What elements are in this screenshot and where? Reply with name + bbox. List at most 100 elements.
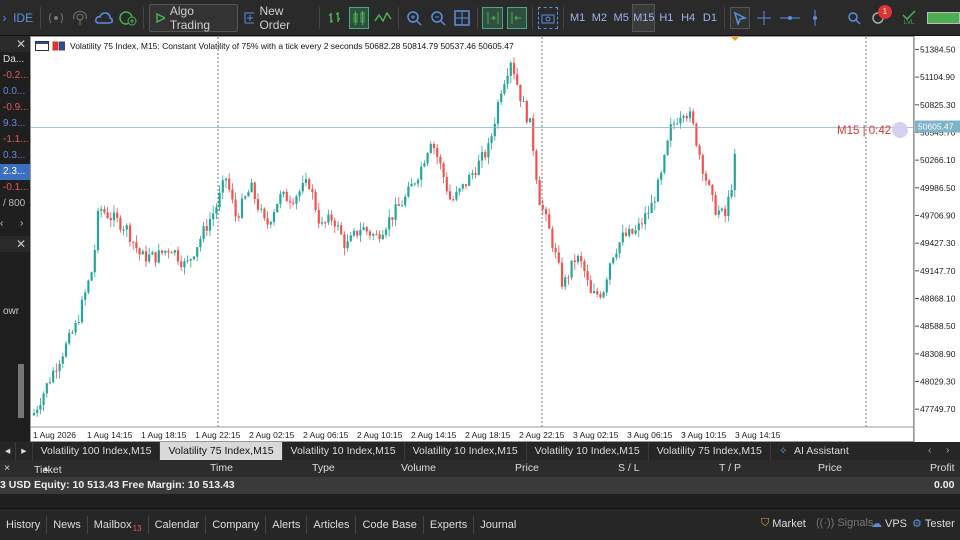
candle-body — [701, 155, 704, 174]
col-time[interactable]: Time — [210, 462, 233, 474]
col-sl[interactable]: S / L — [618, 462, 640, 474]
candle-body — [583, 261, 586, 271]
tabs-next-icon[interactable]: › — [946, 444, 950, 456]
candle-body — [487, 143, 490, 158]
change-value[interactable]: -1.1... — [0, 132, 30, 148]
timeframe-m1[interactable]: M1 — [567, 4, 589, 32]
close-icon[interactable]: ✕ — [16, 36, 26, 52]
change-value[interactable]: -0.9... — [0, 100, 30, 116]
algo-trading-button[interactable]: Algo Trading — [148, 3, 238, 32]
candle-body — [148, 254, 151, 262]
chart-tab[interactable]: Volatility 75 Index,M15 — [649, 442, 771, 460]
vps-button[interactable]: ☁ VPS — [871, 517, 907, 531]
crosshair-icon[interactable] — [754, 7, 774, 29]
signal-icon[interactable] — [46, 7, 66, 29]
tabs-scroll-right-icon[interactable]: ▸ — [16, 442, 33, 460]
col-profit[interactable]: Profit — [930, 462, 955, 474]
chart-tab[interactable]: Volatility 10 Index,M15 — [283, 442, 405, 460]
trade-icon[interactable] — [52, 41, 66, 51]
chevron-left-icon[interactable]: ‹ — [0, 216, 3, 232]
candle-body — [58, 363, 61, 372]
chart-area[interactable]: 1 Aug 2026 1 Aug 14:15 1 Aug 18:15 1 Aug 22… — [30, 36, 915, 443]
trade-col-collapse-icon[interactable]: × — [4, 462, 10, 474]
candle-body — [170, 252, 173, 254]
chart-tab[interactable]: Volatility 10 Index,M15 — [527, 442, 649, 460]
zoom-in-icon[interactable] — [404, 7, 424, 29]
tab-articles[interactable]: Articles — [307, 515, 357, 534]
cursor-icon[interactable] — [729, 6, 750, 29]
balance-row: 3 USD Equity: 10 513.43 Free Margin: 10 … — [0, 477, 960, 494]
cloud-icon[interactable] — [94, 7, 114, 29]
line-chart-icon[interactable] — [373, 7, 393, 29]
time-label: 1 Aug 14:15 — [87, 430, 133, 440]
candle-body — [167, 250, 170, 253]
tab-code-base[interactable]: Code Base — [356, 515, 424, 534]
candle-body — [676, 123, 679, 125]
tab-history[interactable]: History — [0, 515, 48, 534]
timeframe-h1[interactable]: H1 — [655, 4, 677, 32]
col-type[interactable]: Type — [312, 462, 335, 474]
change-value[interactable]: 0.0... — [0, 84, 30, 100]
close-icon[interactable]: ✕ — [16, 236, 26, 252]
chevron-right-icon[interactable]: › — [20, 216, 23, 232]
tab-company[interactable]: Company — [206, 515, 267, 534]
candle-body — [112, 212, 116, 221]
candlestick-icon[interactable] — [348, 6, 369, 29]
tab-calendar[interactable]: Calendar — [149, 515, 207, 534]
timeframe-m5[interactable]: M5 — [610, 4, 632, 32]
grid-icon[interactable] — [452, 7, 472, 29]
tab-journal[interactable]: Journal — [474, 516, 522, 534]
search-icon[interactable] — [844, 7, 864, 29]
col-price[interactable]: Price — [515, 462, 539, 474]
podcast-icon[interactable] — [70, 7, 90, 29]
new-order-button[interactable]: New Order — [240, 4, 316, 32]
chart-shift-icon[interactable] — [506, 6, 527, 29]
notifications-icon[interactable]: 1 — [868, 4, 892, 29]
change-value[interactable]: 0.3... — [0, 148, 30, 164]
auto-scroll-icon[interactable] — [482, 6, 503, 29]
signals-button[interactable]: ((·)) Signals — [816, 517, 873, 529]
change-value[interactable]: 9.3... — [0, 116, 30, 132]
circle-marker-icon[interactable] — [892, 122, 908, 138]
bar-chart-icon[interactable] — [325, 7, 345, 29]
price-axis[interactable]: 51384.5051104.9050825.3050545.7050266.10… — [914, 36, 960, 442]
tester-button[interactable]: ⚙ Tester — [912, 517, 955, 531]
price-chart[interactable]: 1 Aug 2026 1 Aug 14:15 1 Aug 18:15 1 Aug 22… — [31, 37, 915, 443]
col-current-price[interactable]: Price — [818, 462, 842, 474]
ide-button[interactable]: IDE — [9, 4, 37, 32]
level-icon[interactable]: LVL — [899, 7, 919, 29]
vertical-line-icon[interactable] — [805, 7, 825, 29]
chevron-down-icon[interactable] — [730, 36, 740, 41]
candle-body — [404, 196, 407, 206]
horizontal-line-icon[interactable] — [778, 7, 802, 29]
timeframe-h4[interactable]: H4 — [677, 4, 699, 32]
change-value[interactable]: -0.2... — [0, 68, 30, 84]
timeframe-m2[interactable]: M2 — [589, 4, 611, 32]
candle-body — [308, 179, 311, 189]
tab-news[interactable]: News — [47, 515, 88, 534]
market-button[interactable]: ⛉ Market — [761, 517, 806, 530]
tabs-prev-icon[interactable]: ‹ — [928, 444, 932, 456]
zoom-out-icon[interactable] — [428, 7, 448, 29]
col-tp[interactable]: T / P — [719, 462, 741, 474]
tab-experts[interactable]: Experts — [424, 515, 475, 534]
tab-mailbox[interactable]: Mailbox13 — [88, 515, 149, 534]
chart-tab-active[interactable]: Volatility 75 Index,M15 — [160, 442, 283, 460]
window-icon[interactable] — [35, 41, 49, 51]
tabs-scroll-left-icon[interactable]: ◂ — [0, 442, 17, 460]
tab-alerts[interactable]: Alerts — [266, 515, 308, 534]
timeframe-d1[interactable]: D1 — [699, 4, 721, 32]
arrow-right-icon[interactable]: › — [0, 4, 9, 32]
chart-tab[interactable]: Volatility 10 Index,M15 — [405, 442, 527, 460]
new-chart-icon[interactable] — [118, 7, 138, 29]
candle-body — [365, 227, 368, 232]
chart-tab[interactable]: Volatility 100 Index,M15 — [33, 442, 161, 460]
scrollbar[interactable] — [18, 364, 24, 418]
change-value-selected[interactable]: 2.3... — [0, 164, 30, 180]
timeframe-m15[interactable]: M15 — [632, 3, 656, 32]
change-value[interactable]: -0.1... — [0, 180, 30, 196]
ai-assistant-tab[interactable]: ✧ AI Assistant — [771, 442, 857, 460]
screenshot-icon[interactable] — [537, 6, 558, 29]
col-ticket[interactable]: Ticket ▲ — [34, 462, 62, 476]
col-volume[interactable]: Volume — [401, 462, 436, 474]
